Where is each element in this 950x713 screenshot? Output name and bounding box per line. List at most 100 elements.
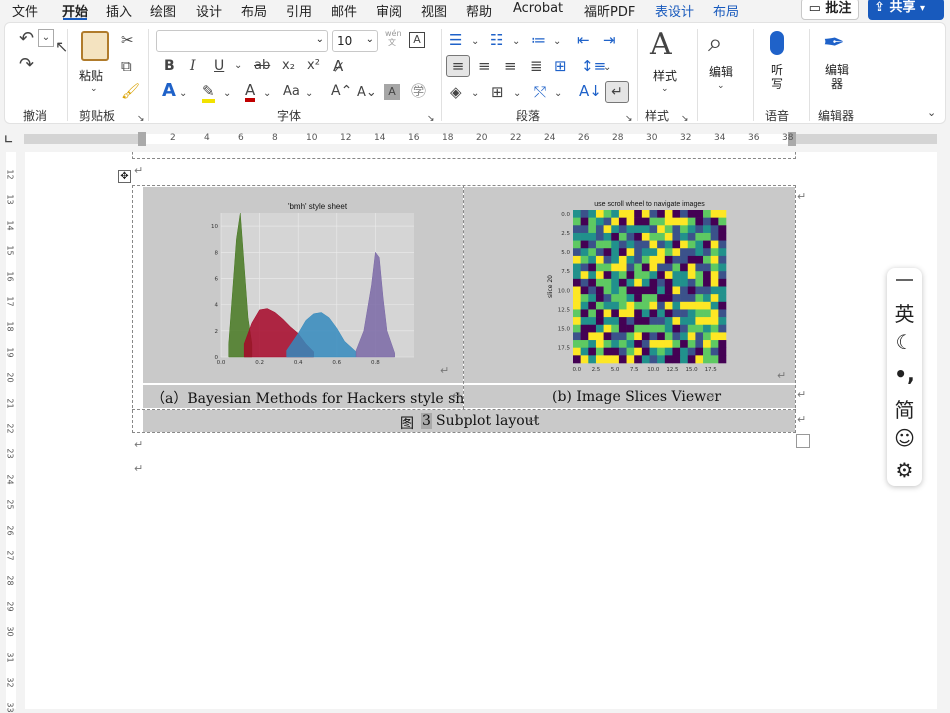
phonetic-guide-button[interactable]: wén 文 bbox=[385, 29, 402, 47]
menu-file[interactable]: 文件 bbox=[12, 1, 38, 20]
figure-number-field[interactable]: 3 bbox=[421, 413, 432, 429]
chevron-down-icon[interactable]: ⌄ bbox=[179, 86, 187, 102]
menu-insert[interactable]: 插入 bbox=[106, 1, 132, 20]
increase-indent-icon[interactable]: ⇥ bbox=[603, 32, 616, 48]
character-border-icon[interactable]: A bbox=[409, 32, 425, 48]
dictate-button-label[interactable]: 听写 bbox=[769, 63, 785, 91]
menu-references[interactable]: 引用 bbox=[286, 1, 312, 20]
chevron-down-icon[interactable]: ⌄ bbox=[471, 86, 479, 102]
multilevel-list-icon[interactable]: ≔ bbox=[531, 32, 546, 48]
undo-icon[interactable]: ↶ bbox=[19, 30, 34, 48]
image-slices-image[interactable]: use scroll wheel to navigate images slice… bbox=[464, 187, 795, 383]
chevron-down-icon[interactable]: ⌄ bbox=[661, 81, 669, 97]
search-icon[interactable]: ⌕ bbox=[708, 29, 723, 57]
align-center-icon[interactable]: ≡ bbox=[478, 58, 491, 74]
collapse-ribbon-chevron-icon[interactable]: ⌄ bbox=[927, 105, 936, 121]
caption-b-cell[interactable]: (b) Image Slices Viewer bbox=[464, 385, 795, 408]
figure-caption-cell[interactable]: 图 3 Subplot layout bbox=[143, 410, 795, 432]
styles-launcher-icon[interactable]: ↘ bbox=[681, 111, 689, 127]
chevron-down-icon[interactable]: ⌄ bbox=[316, 34, 324, 45]
menu-table-layout[interactable]: 布局 bbox=[713, 1, 739, 20]
numbering-icon[interactable]: ☷ bbox=[490, 32, 503, 48]
underline-chevron-icon[interactable]: ⌄ bbox=[234, 58, 242, 74]
font-size-combobox[interactable]: 10 ⌄ bbox=[332, 30, 378, 52]
shading-bucket-icon[interactable]: ◈ bbox=[450, 84, 462, 100]
sort-icon[interactable]: A↓ bbox=[579, 83, 602, 99]
font-launcher-icon[interactable]: ↘ bbox=[427, 111, 435, 127]
decrease-indent-icon[interactable]: ⇤ bbox=[577, 32, 590, 48]
editor-button-label[interactable]: 编辑器 bbox=[821, 63, 853, 91]
microphone-icon[interactable] bbox=[770, 31, 784, 55]
copy-icon[interactable]: ⧉ bbox=[121, 58, 132, 74]
chevron-down-icon[interactable]: ⌄ bbox=[512, 34, 520, 50]
asian-layout-icon[interactable]: ⤲ bbox=[534, 84, 546, 100]
highlight-color-icon[interactable]: ✎ bbox=[202, 83, 215, 103]
superscript-button[interactable]: x² bbox=[307, 58, 320, 74]
bullets-icon[interactable]: ☰ bbox=[449, 32, 462, 48]
chevron-down-icon[interactable]: ⌄ bbox=[554, 86, 562, 102]
enclose-characters-icon[interactable]: ㊫ bbox=[411, 83, 426, 99]
align-right-icon[interactable]: ≡ bbox=[504, 58, 517, 74]
shrink-font-icon[interactable]: A⌄ bbox=[357, 85, 377, 101]
vertical-ruler[interactable]: 12 13 14 15 16 17 18 19 20 21 22 23 24 25 26 27 28 29 30 31… bbox=[0, 152, 24, 713]
paste-clipboard-icon[interactable] bbox=[81, 31, 109, 61]
redo-icon[interactable]: ↷ bbox=[19, 56, 34, 74]
punctuation-toggle[interactable]: •, bbox=[887, 362, 922, 386]
chevron-down-icon[interactable]: ⌄ bbox=[305, 86, 313, 102]
paragraph-launcher-icon[interactable]: ↘ bbox=[625, 111, 633, 127]
underline-button[interactable]: U bbox=[214, 58, 224, 74]
ime-simplified-toggle[interactable]: 简 bbox=[887, 394, 922, 423]
menu-review[interactable]: 审阅 bbox=[376, 1, 402, 20]
ime-collapse-icon[interactable] bbox=[896, 279, 913, 281]
grow-font-icon[interactable]: A⌃ bbox=[331, 83, 352, 99]
strikethrough-button[interactable]: ab bbox=[254, 58, 270, 74]
bold-button[interactable]: B bbox=[164, 58, 175, 74]
horizontal-ruler[interactable]: ∟ 2 4 6 8 10 12 14 16 18 20 22 24 26 28 30 32 34 36 38 bbox=[0, 128, 950, 152]
text-effects-icon[interactable]: A bbox=[162, 82, 176, 100]
menu-view[interactable]: 视图 bbox=[421, 1, 447, 20]
gear-icon[interactable]: ⚙ bbox=[887, 458, 922, 482]
justify-icon[interactable]: ≣ bbox=[530, 58, 543, 74]
font-color-icon[interactable]: A bbox=[245, 82, 256, 102]
chevron-down-icon[interactable]: ⌄ bbox=[223, 86, 231, 102]
align-left-icon[interactable]: ≡ bbox=[446, 55, 470, 77]
tab-selector-icon[interactable]: ∟ bbox=[4, 133, 13, 146]
menu-foxit-pdf[interactable]: 福昕PDF bbox=[584, 1, 635, 20]
change-case-button[interactable]: Aa bbox=[283, 84, 300, 100]
distributed-icon[interactable]: ⊞ bbox=[554, 58, 567, 74]
table-resize-handle[interactable] bbox=[796, 434, 810, 448]
left-indent-marker[interactable] bbox=[138, 132, 146, 146]
chevron-down-icon[interactable]: ⌄ bbox=[717, 78, 725, 94]
menu-design[interactable]: 设计 bbox=[196, 1, 222, 20]
share-button[interactable]: ⇪ 共享 ▾ bbox=[868, 0, 944, 20]
character-shading-icon[interactable]: A bbox=[384, 84, 400, 100]
editor-pen-icon[interactable]: ✒ bbox=[823, 28, 845, 58]
menu-help[interactable]: 帮助 bbox=[466, 1, 492, 20]
emoji-icon[interactable]: ☺ bbox=[887, 426, 922, 450]
chevron-down-icon[interactable]: ⌄ bbox=[513, 86, 521, 102]
chevron-down-icon[interactable]: ⌄ bbox=[471, 34, 479, 50]
borders-icon[interactable]: ⊞ bbox=[491, 84, 504, 100]
menu-layout[interactable]: 布局 bbox=[241, 1, 267, 20]
vertical-scrollbar[interactable] bbox=[937, 152, 950, 709]
caption-a-cell[interactable]: （a）Bayesian Methods for Hackers style sh… bbox=[143, 385, 487, 408]
subscript-button[interactable]: x₂ bbox=[282, 58, 295, 74]
italic-button[interactable]: I bbox=[190, 58, 196, 74]
chevron-down-icon[interactable]: ⌄ bbox=[263, 86, 271, 102]
styles-icon[interactable]: A bbox=[650, 29, 672, 61]
cut-scissors-icon[interactable]: ✂ bbox=[121, 32, 134, 48]
clear-formatting-icon[interactable]: A̷ bbox=[333, 58, 343, 74]
chevron-down-icon[interactable]: ⌄ bbox=[603, 60, 611, 76]
chevron-down-icon[interactable]: ⌄ bbox=[366, 34, 374, 45]
moon-icon[interactable]: ☾ bbox=[887, 330, 922, 354]
menu-table-design[interactable]: 表设计 bbox=[655, 1, 694, 20]
paste-chevron-down-icon[interactable]: ⌄ bbox=[90, 81, 98, 97]
clipboard-launcher-icon[interactable]: ↘ bbox=[137, 111, 145, 127]
chevron-down-icon[interactable]: ⌄ bbox=[553, 34, 561, 50]
menu-mailings[interactable]: 邮件 bbox=[331, 1, 357, 20]
format-painter-icon[interactable]: 🖌 bbox=[121, 83, 140, 99]
undo-dropdown-chevron-icon[interactable]: ⌄ bbox=[38, 29, 54, 47]
menu-draw[interactable]: 绘图 bbox=[150, 1, 176, 20]
font-name-combobox[interactable]: ⌄ bbox=[156, 30, 328, 52]
show-paragraph-marks-icon[interactable]: ↵ bbox=[605, 81, 629, 103]
